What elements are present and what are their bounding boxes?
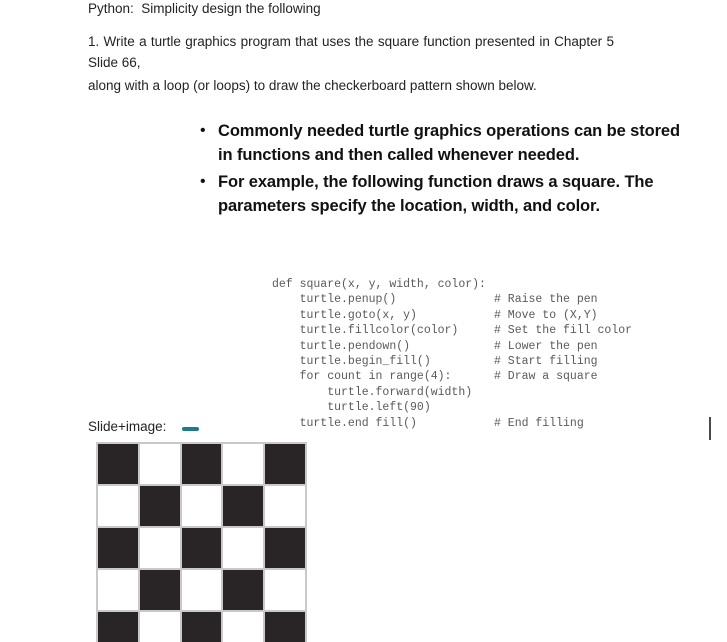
checkerboard-cell-dark [223,570,266,612]
text-cursor-caret [709,417,711,440]
code-line: turtle.end fill() # End filling [272,416,632,431]
code-source: turtle.left(90) [272,401,431,415]
code-source: turtle.penup() [272,293,397,307]
code-source: turtle.forward(width) [272,385,473,399]
code-line: def square(x, y, width, color): [272,277,632,292]
slide-bullet-item: • For example, the following function dr… [196,170,686,218]
code-line: turtle.left(90) [272,400,632,415]
slide-bullet-text: Commonly needed turtle graphics operatio… [218,122,680,164]
code-comment: # Set the fill color [494,324,633,338]
checkerboard-image [96,442,307,642]
question-1-text: 1. Write a turtle graphics program that … [88,34,614,70]
checkerboard-row [98,612,307,642]
code-source: for count in range(4): [272,370,452,384]
checkerboard-cell-dark [181,528,224,570]
code-source: turtle.goto(x, y) [272,308,417,322]
code-line: for count in range(4): # Draw a square [272,369,632,384]
question-1-continuation-text: along with a loop (or loops) to draw the… [88,78,537,93]
checkerboard-row [98,486,307,528]
code-line: turtle.goto(x, y) # Move to (X,Y) [272,308,632,323]
checkerboard-cell-dark [181,444,224,486]
document-body: Python: Simplicity design the following … [0,0,727,642]
checkerboard-cell-dark [223,486,266,528]
code-source: turtle.pendown() [272,339,411,353]
code-line: turtle.forward(width) [272,385,632,400]
code-comment: # Move to (X,Y) [494,308,598,322]
teal-highlight-mark [182,427,199,431]
checkerboard-cell-dark [181,612,224,642]
checkerboard-cell-light [265,486,307,528]
checkerboard-cell-light [139,528,182,570]
checkerboard-cell-dark [98,528,140,570]
checkerboard-row [98,444,307,486]
checkerboard-cell-light [223,444,266,486]
checkerboard-cell-dark [265,444,307,486]
checkerboard-cell-light [181,570,224,612]
code-comment: # Draw a square [494,370,598,384]
slide-bullet-item: • Commonly needed turtle graphics operat… [196,119,686,167]
checkerboard-cell-light [139,612,182,642]
prompt-heading: Python: Simplicity design the following [88,1,321,16]
checkerboard-cell-dark [139,486,182,528]
code-source: turtle.fillcolor(color) [272,324,459,338]
checkerboard-row [98,570,307,612]
slide-image-label: Slide+image: [88,419,167,434]
code-comment: # Raise the pen [494,293,598,307]
code-source: def square(x, y, width, color): [272,278,486,291]
checkerboard-cell-light [98,486,140,528]
checkerboard-cell-light [98,570,140,612]
checkerboard-cell-dark [265,612,307,642]
checkerboard-cell-light [265,570,307,612]
code-source: turtle.begin_fill() [272,354,431,368]
checkerboard-cell-dark [139,570,182,612]
slide-bullet-list: • Commonly needed turtle graphics operat… [196,119,686,221]
bullet-dot-icon: • [200,122,206,139]
checkerboard-row [98,528,307,570]
code-source: turtle.end fill() [272,416,417,430]
checkerboard-cell-light [139,444,182,486]
code-comment: # Lower the pen [494,339,598,353]
checkerboard-cell-dark [98,444,140,486]
checkerboard-cell-dark [265,528,307,570]
code-comment: # Start filling [494,354,598,368]
code-comment: # End filling [494,416,584,430]
checkerboard-cell-light [181,486,224,528]
checkerboard-cell-light [223,612,266,642]
slide-code-block: def square(x, y, width, color): turtle.p… [272,277,632,431]
bullet-dot-icon: • [200,173,206,190]
code-line: turtle.penup() # Raise the pen [272,292,632,307]
code-line: turtle.begin_fill() # Start filling [272,354,632,369]
checkerboard-cell-dark [98,612,140,642]
code-line: turtle.pendown() # Lower the pen [272,339,632,354]
code-line: turtle.fillcolor(color) # Set the fill co… [272,323,632,338]
checkerboard-cell-light [223,528,266,570]
slide-bullet-text: For example, the following function draw… [218,173,654,215]
